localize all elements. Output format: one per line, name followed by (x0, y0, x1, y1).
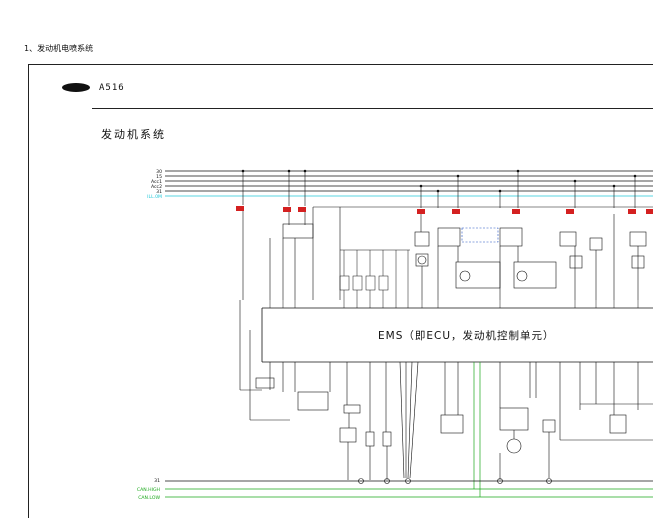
ecu-pins (269, 290, 639, 308)
sensor-box (339, 427, 357, 443)
fuse-icon (646, 209, 653, 214)
top-bus-labels: 30 15 Acc1 Acc2 31 ILL.0M (147, 169, 162, 200)
fuse-icon (236, 206, 244, 211)
sensor-box (343, 404, 361, 414)
lower-wiring (240, 330, 653, 480)
fuse-icon (566, 209, 574, 214)
relay-box (559, 231, 577, 247)
connector-box (255, 377, 275, 389)
main-relay-box (282, 223, 314, 239)
crank-sensor-box (499, 407, 529, 431)
sensor-box (382, 431, 392, 447)
relay-box (499, 227, 523, 247)
fuse-icon (283, 207, 291, 212)
bus-label-can-high: CAN.HIGH (137, 487, 160, 493)
sensor-box (542, 419, 556, 433)
fuse-icon (452, 209, 460, 214)
bus-label-can-low: CAN.LOW (138, 495, 160, 501)
relay-box (629, 231, 647, 247)
sensor-box (589, 237, 603, 251)
sensor-box (609, 414, 627, 434)
injector-icon (339, 275, 350, 291)
sensor-box (297, 391, 329, 411)
fuse-icon (417, 209, 425, 214)
bus-label-ill: ILL.0M (147, 194, 162, 200)
pump-motor-icon (417, 255, 427, 265)
crank-wheel-icon (506, 438, 522, 454)
relay-box (414, 231, 430, 247)
sensor-box (569, 255, 583, 269)
relay-box (437, 227, 461, 247)
sensor-box (365, 431, 375, 447)
wiring-schematic: 30 15 Acc1 Acc2 31 ILL.0M EMS（即ECU，发动机控制… (137, 169, 653, 501)
injector-icon (352, 275, 363, 291)
injector-icon (365, 275, 376, 291)
fuse-drops (242, 171, 636, 208)
coil-icon (516, 270, 528, 282)
top-power-buses (165, 170, 653, 192)
coil-icon (459, 270, 471, 282)
fuse-icon (628, 209, 636, 214)
knock-sensor-box (440, 414, 464, 434)
ignition-coil-module (455, 261, 501, 289)
injector-icon (378, 275, 389, 291)
upper-wiring (239, 206, 653, 390)
fuse-icon (298, 207, 306, 212)
ignition-coil-module (513, 261, 557, 289)
ecu-label: EMS（即ECU，发动机控制单元） (378, 329, 555, 342)
bus-label-31-bottom: 31 (154, 478, 160, 484)
annotation-box (461, 227, 499, 243)
fuse-icon (512, 209, 520, 214)
bottom-bus-labels: 31 CAN.HIGH CAN.LOW (137, 478, 161, 501)
injector-bank (339, 249, 410, 300)
